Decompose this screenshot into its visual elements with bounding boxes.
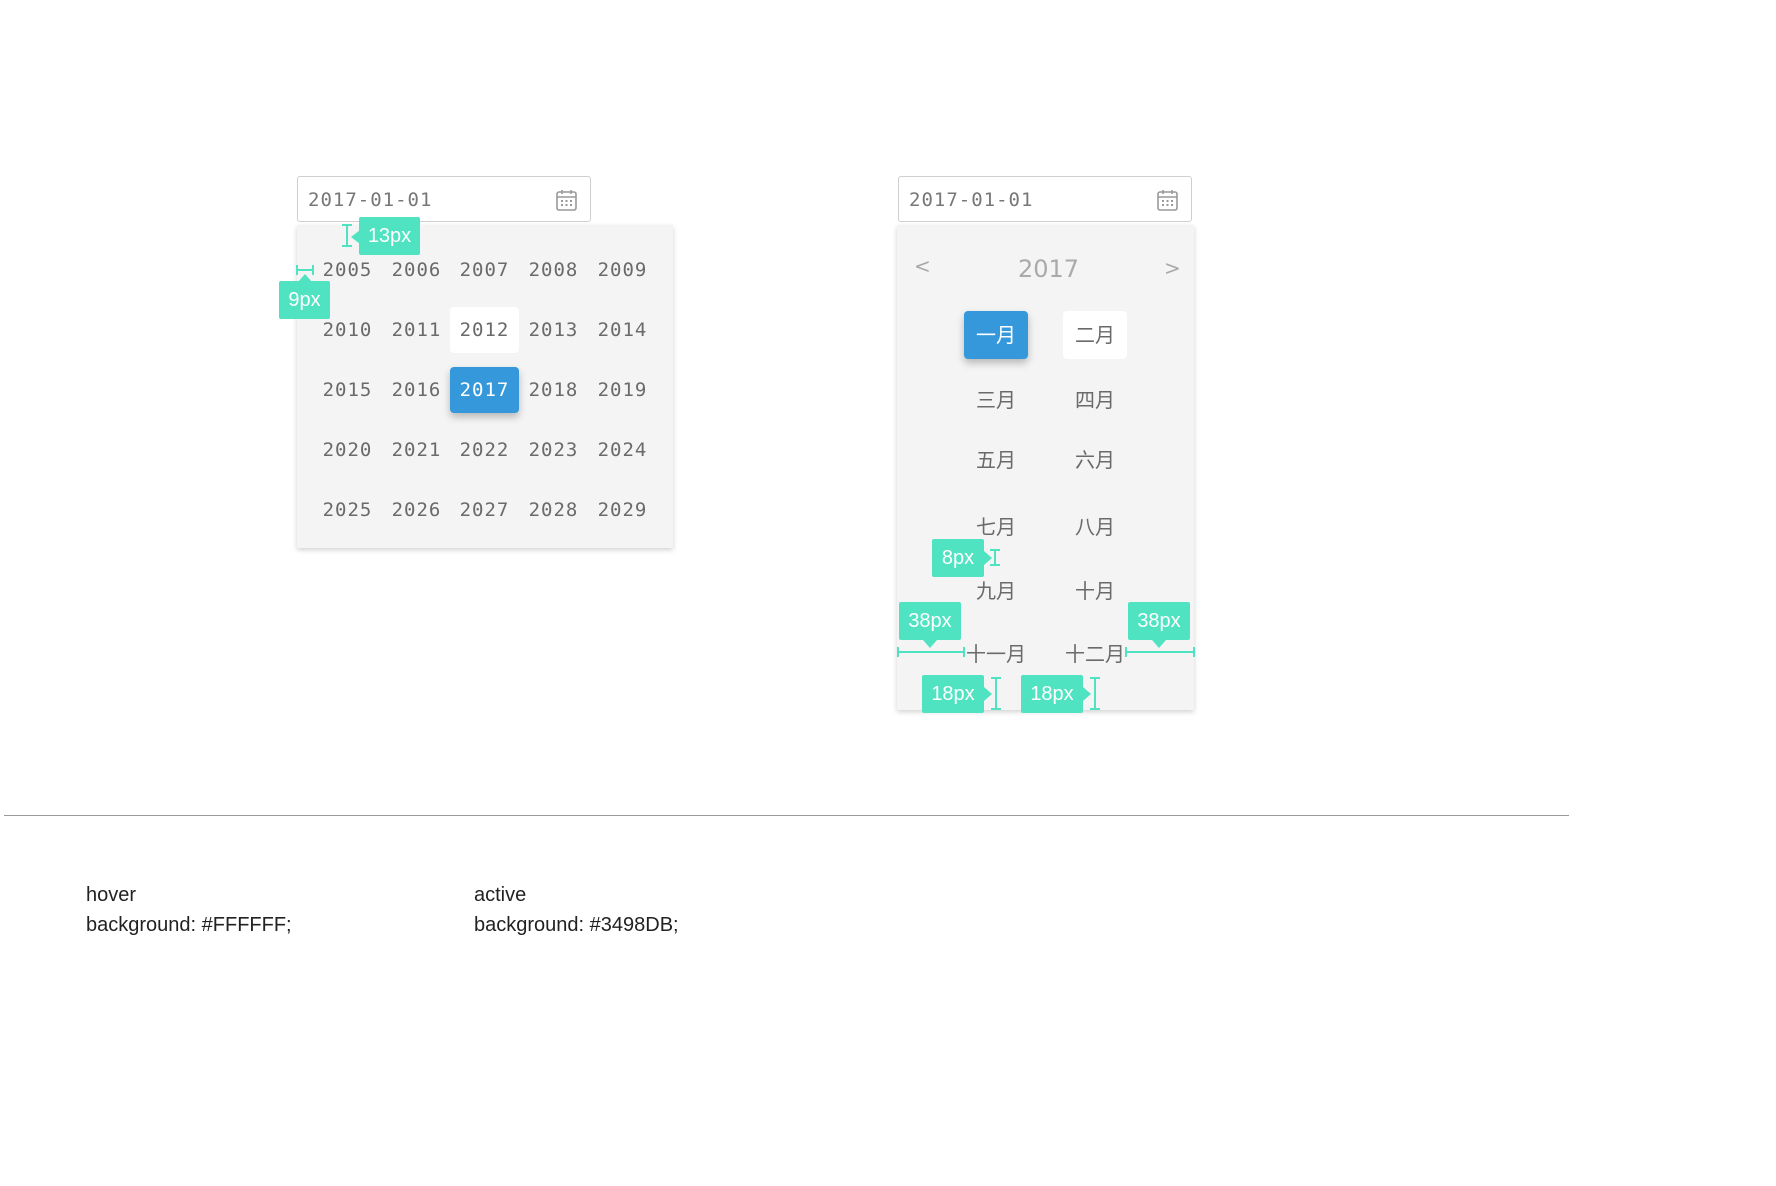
calendar-icon[interactable]	[1157, 189, 1178, 211]
month-cell-11[interactable]: 十一月	[964, 630, 1028, 678]
active-note-title: active	[474, 884, 527, 906]
hover-note-value: background: #FFFFFF;	[86, 914, 292, 936]
year-cell-2027[interactable]: 2027	[450, 487, 519, 533]
year-cell-2018[interactable]: 2018	[519, 367, 588, 413]
month-cell-1[interactable]: 一月	[964, 311, 1028, 359]
year-cell-2011[interactable]: 2011	[382, 307, 451, 353]
year-cell-2025[interactable]: 2025	[313, 487, 382, 533]
right-date-input[interactable]: 2017-01-01	[898, 176, 1192, 222]
year-cell-2029[interactable]: 2029	[588, 487, 657, 533]
year-cell-2028[interactable]: 2028	[519, 487, 588, 533]
year-cell-2009[interactable]: 2009	[588, 247, 657, 293]
month-cell-2[interactable]: 二月	[1063, 311, 1127, 359]
right-margin-tag: 38px	[1128, 602, 1190, 640]
year-cell-2015[interactable]: 2015	[313, 367, 382, 413]
year-cell-2016[interactable]: 2016	[382, 367, 451, 413]
section-divider	[4, 815, 1569, 816]
prev-year-button[interactable]: <	[914, 254, 931, 278]
month-cell-5[interactable]: 五月	[964, 436, 1028, 484]
year-cell-2024[interactable]: 2024	[588, 427, 657, 473]
month-cell-4[interactable]: 四月	[1063, 376, 1127, 424]
year-cell-2013[interactable]: 2013	[519, 307, 588, 353]
year-cell-2017[interactable]: 2017	[450, 367, 519, 413]
left-date-input[interactable]: 2017-01-01	[297, 176, 591, 222]
year-cell-2023[interactable]: 2023	[519, 427, 588, 473]
year-cell-2007[interactable]: 2007	[450, 247, 519, 293]
right-date-value: 2017-01-01	[909, 189, 1034, 211]
year-cell-2026[interactable]: 2026	[382, 487, 451, 533]
bottom-gap-marker-1	[991, 677, 1001, 710]
active-note-value: background: #3498DB;	[474, 914, 679, 936]
month-cell-3[interactable]: 三月	[964, 376, 1028, 424]
right-margin-marker	[1125, 647, 1195, 657]
row-gap-tag: 8px	[932, 539, 984, 577]
left-gap-tag: 9px	[279, 281, 330, 319]
row-gap-marker	[990, 549, 1000, 566]
active-note: active background: #3498DB;	[474, 880, 679, 940]
bottom-gap-marker-2	[1090, 677, 1100, 710]
year-title[interactable]: 2017	[1018, 255, 1079, 283]
month-cell-8[interactable]: 八月	[1063, 503, 1127, 551]
year-cell-2014[interactable]: 2014	[588, 307, 657, 353]
bottom-gap-tag-1: 18px	[922, 675, 984, 713]
next-year-button[interactable]: >	[1164, 256, 1181, 280]
calendar-icon[interactable]	[556, 189, 577, 211]
month-cell-10[interactable]: 十月	[1063, 567, 1127, 615]
left-margin-marker	[897, 647, 965, 657]
year-cell-2012[interactable]: 2012	[450, 307, 519, 353]
year-cell-2022[interactable]: 2022	[450, 427, 519, 473]
hover-note-title: hover	[86, 884, 137, 906]
year-cell-2021[interactable]: 2021	[382, 427, 451, 473]
month-cell-6[interactable]: 六月	[1063, 436, 1127, 484]
left-margin-tag: 38px	[899, 602, 961, 640]
left-date-value: 2017-01-01	[308, 189, 433, 211]
hover-note: hover background: #FFFFFF;	[86, 880, 292, 940]
top-gap-tag: 13px	[359, 217, 420, 255]
year-cell-2020[interactable]: 2020	[313, 427, 382, 473]
month-cell-12[interactable]: 十二月	[1063, 630, 1127, 678]
bottom-gap-tag-2: 18px	[1021, 675, 1083, 713]
year-cell-2008[interactable]: 2008	[519, 247, 588, 293]
year-cell-2019[interactable]: 2019	[588, 367, 657, 413]
